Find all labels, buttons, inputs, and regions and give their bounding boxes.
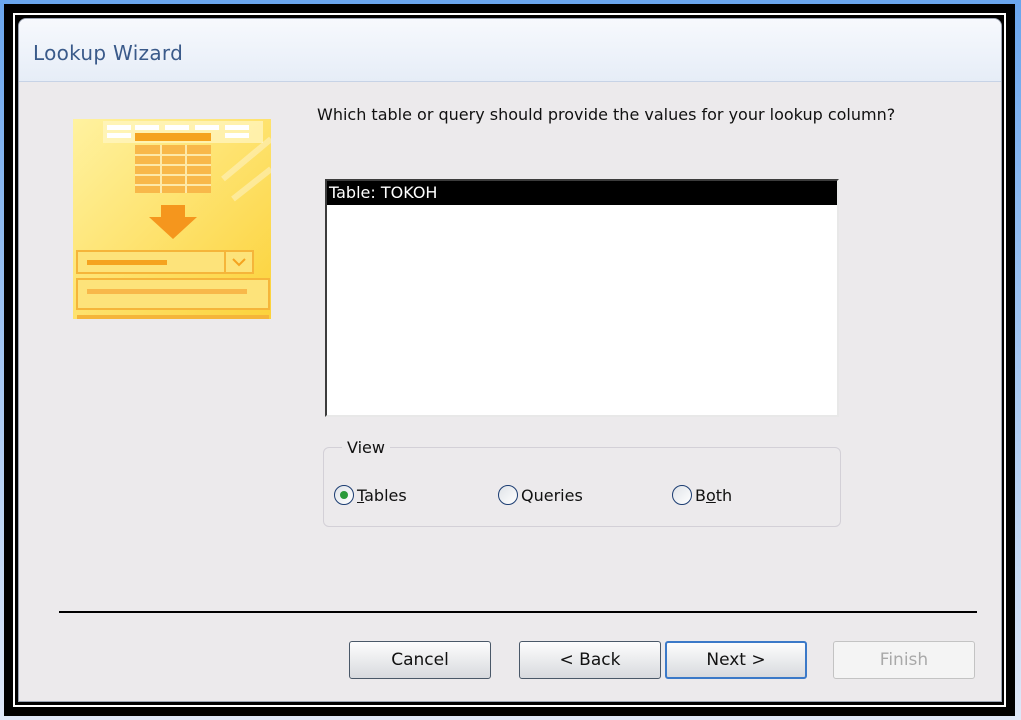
radio-unchecked-icon[interactable] [498,485,518,505]
radio-tables-label: Tables [357,486,407,505]
finish-button: Finish [833,641,975,679]
list-item-table-tokoh[interactable]: Table: TOKOH [327,181,837,205]
lookup-table-illustration-icon [73,119,271,319]
next-button[interactable]: Next > [665,641,807,679]
button-separator [59,611,977,613]
wizard-prompt: Which table or query should provide the … [317,105,896,124]
radio-queries[interactable]: Queries [498,484,583,506]
table-query-listbox[interactable]: Table: TOKOH [325,179,839,417]
radio-both[interactable]: Both [672,484,732,506]
radio-both-accel: o [705,485,716,505]
radio-tables-rest: ables [364,485,407,505]
dialog-title: Lookup Wizard [33,41,184,65]
cancel-button[interactable]: Cancel [349,641,491,679]
radio-both-label: Both [695,485,733,505]
view-legend: View [342,438,390,457]
view-groupbox: View Tables Queries Both [323,438,841,527]
back-button[interactable]: < Back [519,641,661,679]
radio-checked-icon[interactable] [334,485,354,505]
radio-unchecked-icon[interactable] [672,485,692,505]
title-bar: Lookup Wizard [19,19,1001,82]
radio-tables[interactable]: Tables [334,484,407,506]
radio-queries-label: Queries [521,485,583,505]
lookup-wizard-dialog: Lookup Wizard Which table or query shoul… [18,18,1002,702]
